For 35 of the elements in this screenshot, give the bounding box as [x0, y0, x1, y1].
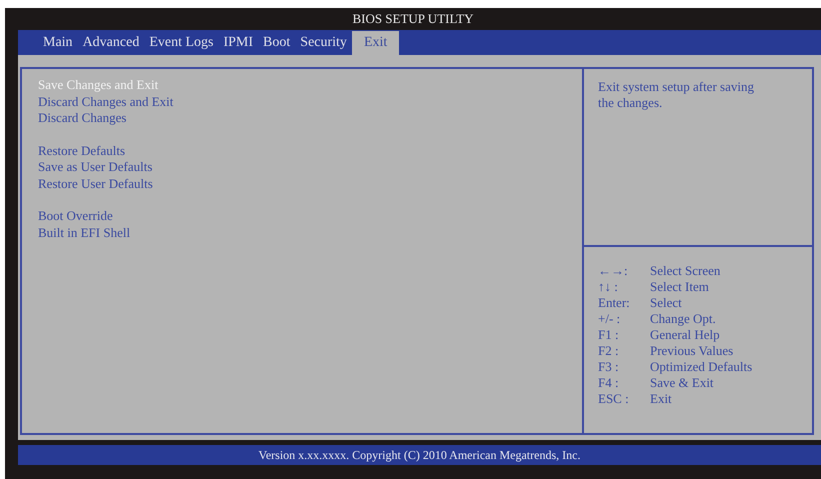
menu-item[interactable]: Restore User Defaults [38, 176, 582, 192]
menu-item[interactable]: Discard Changes and Exit [38, 94, 582, 110]
key-label: +/- : [598, 311, 622, 327]
menu-item[interactable]: Built in EFI Shell [38, 224, 582, 241]
menu-tab[interactable]: Boot [258, 31, 296, 55]
menu-tab[interactable]: Advanced [78, 31, 144, 55]
key-action: General Help [650, 327, 720, 343]
key-action: Optimized Defaults [650, 359, 752, 375]
menu-tab[interactable]: Exit [352, 31, 400, 55]
menu-item[interactable]: Save as User Defaults [38, 159, 582, 176]
menu-tab[interactable]: Main [38, 31, 78, 55]
key-action: Select Screen [650, 263, 720, 279]
key-action: Exit [650, 391, 672, 407]
key-label: F2 : [598, 343, 620, 359]
key-label: F3 : [598, 359, 620, 375]
key-action: Select Item [650, 279, 709, 295]
window-title: BIOS SETUP UTILTY [352, 11, 474, 27]
menu-tab[interactable]: Security [295, 31, 352, 55]
copyright-text: Version x.xx.xxxx. Copyright (C) 2010 American Megatrends, Inc. [258, 448, 580, 462]
key-label: Enter: [598, 295, 631, 311]
key-label: ←→: [598, 263, 629, 279]
menu-tab[interactable]: Event Logs [144, 31, 218, 55]
menu-item[interactable]: Restore Defaults [38, 142, 582, 159]
key-action: Save & Exit [650, 375, 714, 391]
key-action: Change Opt. [650, 311, 716, 327]
key-action: Previous Values [650, 343, 734, 359]
key-label: F4 : [598, 375, 620, 391]
help-text: Exit system setup after saving the changes. [598, 79, 755, 111]
key-label: ↑↓ : [598, 279, 619, 295]
menu-item[interactable]: Discard Changes [38, 110, 582, 126]
key-action: Select [650, 295, 682, 311]
menu-tab[interactable]: IPMI [218, 31, 258, 55]
key-label: F1 : [598, 327, 620, 343]
key-label: ESC : [598, 391, 630, 407]
menu-item[interactable]: Boot Override [38, 208, 582, 224]
